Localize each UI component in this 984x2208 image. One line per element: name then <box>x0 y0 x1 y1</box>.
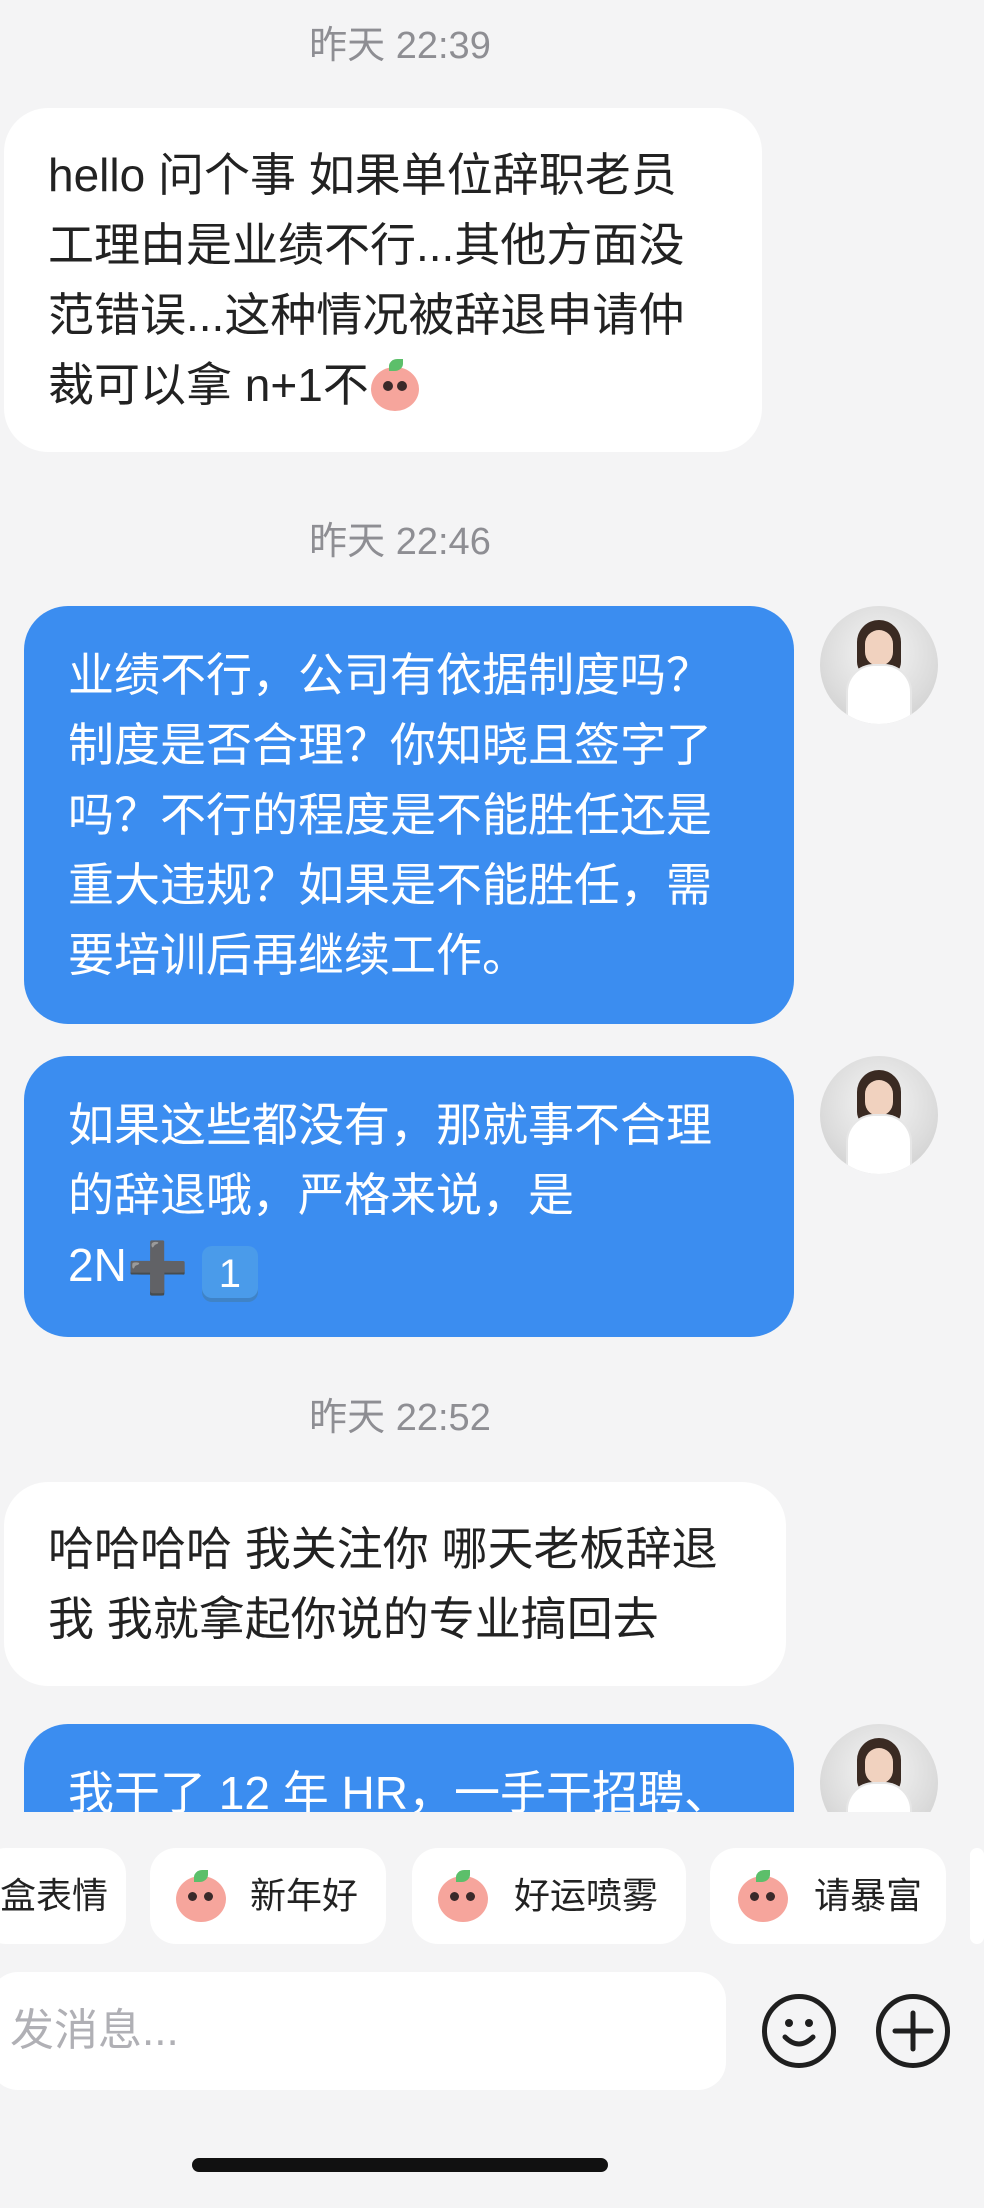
chat-area[interactable]: 昨天 22:39 hello 问个事 如果单位辞职老员工理由是业绩不行...其他… <box>0 0 984 1812</box>
peach-emoji-icon <box>369 359 421 411</box>
timestamp: 昨天 22:46 <box>309 521 491 563</box>
avatar[interactable] <box>820 1056 938 1174</box>
keycap-one-emoji-icon: 1 <box>201 1246 258 1302</box>
message-text: hello 问个事 如果单位辞职老员工理由是业绩不行...其他方面没范错误...… <box>48 149 685 411</box>
incoming-message[interactable]: hello 问个事 如果单位辞职老员工理由是业绩不行...其他方面没范错误...… <box>4 108 762 452</box>
peach-newyear-icon <box>174 1870 230 1922</box>
sticker-label: 请暴富 <box>814 1875 923 1916</box>
home-indicator <box>192 2158 608 2172</box>
smiley-icon[interactable] <box>762 1994 836 2068</box>
timestamp: 昨天 22:39 <box>309 25 491 67</box>
sticker-label: 好运喷雾 <box>514 1875 659 1916</box>
sticker-chip[interactable]: 盒表情 <box>0 1848 126 1944</box>
sticker-label: 盒表情 <box>0 1875 109 1916</box>
timestamp: 昨天 22:52 <box>309 1397 491 1439</box>
message-text: 2N <box>68 1239 127 1291</box>
sticker-label: 新年好 <box>250 1875 359 1916</box>
sticker-chip[interactable] <box>970 1848 984 1944</box>
outgoing-message[interactable]: 业绩不行，公司有依据制度吗？制度是否合理？你知晓且签字了吗？不行的程度是不能胜任… <box>24 606 794 1024</box>
plus-circle-icon[interactable] <box>876 1994 950 2068</box>
outgoing-message[interactable]: 我干了 12 年 HR，一手干招聘、 <box>24 1724 794 1812</box>
message-text: 如果这些都没有，那就事不合理的辞退哦，严格来说，是 <box>68 1099 712 1221</box>
avatar[interactable] <box>820 1724 938 1812</box>
avatar[interactable] <box>820 606 938 724</box>
bottom-bar: 盒表情 新年好 好运喷雾 请暴富 发消息... <box>0 1812 984 2208</box>
message-input[interactable]: 发消息... <box>0 1972 726 2090</box>
peach-rich-icon <box>736 1870 792 1922</box>
peach-spray-icon <box>436 1870 492 1922</box>
sticker-chip[interactable]: 请暴富 <box>710 1848 946 1944</box>
incoming-message[interactable]: 哈哈哈哈 我关注你 哪天老板辞退我 我就拿起你说的专业搞回去 <box>4 1482 786 1686</box>
sticker-chip[interactable]: 新年好 <box>150 1848 386 1944</box>
outgoing-message[interactable]: 如果这些都没有，那就事不合理的辞退哦，严格来说，是 2N➕ 1 <box>24 1056 794 1337</box>
plus-emoji-icon: ➕ <box>126 1240 190 1296</box>
sticker-chip[interactable]: 好运喷雾 <box>412 1848 686 1944</box>
